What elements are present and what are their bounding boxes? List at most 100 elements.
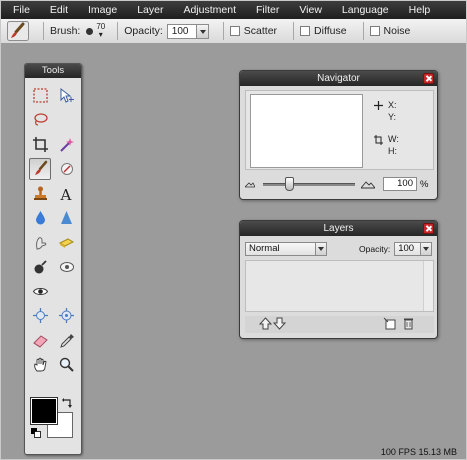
brush-tool[interactable] bbox=[29, 157, 51, 180]
move-tool[interactable] bbox=[55, 84, 77, 106]
layers-close-button[interactable] bbox=[423, 223, 434, 234]
navigator-zoom-controls: 100 % bbox=[245, 176, 434, 192]
layers-title[interactable]: Layers bbox=[240, 221, 437, 236]
reset-colors-icon[interactable] bbox=[31, 428, 41, 438]
fps-readout: 100 FPS bbox=[380, 447, 416, 457]
menu-image[interactable]: Image bbox=[78, 4, 127, 16]
bloat-tool[interactable] bbox=[55, 305, 77, 327]
lasso-tool[interactable] bbox=[29, 109, 51, 131]
nav-h-label: H: bbox=[388, 146, 397, 156]
stamp-tool[interactable] bbox=[29, 182, 51, 204]
spot-heal-tool[interactable] bbox=[29, 305, 51, 327]
smudge-tool[interactable] bbox=[29, 231, 51, 253]
menu-view[interactable]: View bbox=[289, 4, 332, 16]
menu-adjustment[interactable]: Adjustment bbox=[173, 4, 246, 16]
eraser-icon bbox=[60, 163, 73, 175]
zoom-slider-thumb[interactable] bbox=[285, 176, 294, 191]
stamp-icon bbox=[33, 186, 47, 200]
move-layer-up-icon[interactable] bbox=[259, 317, 272, 330]
navigator-close-button[interactable] bbox=[423, 73, 434, 84]
menu-language[interactable]: Language bbox=[332, 4, 399, 16]
marquee-select-tool[interactable] bbox=[29, 84, 51, 106]
scatter-checkbox[interactable] bbox=[229, 26, 240, 36]
sponge-tool[interactable] bbox=[55, 231, 77, 253]
nav-y-label: Y: bbox=[388, 112, 397, 122]
menu-help[interactable]: Help bbox=[399, 4, 441, 16]
menu-bar: File Edit Image Layer Adjustment Filter … bbox=[1, 1, 466, 19]
brush-icon bbox=[34, 160, 47, 175]
color-picker-tool[interactable] bbox=[55, 329, 77, 351]
blur-tool[interactable] bbox=[29, 207, 51, 229]
diffuse-label: Diffuse bbox=[314, 25, 347, 37]
dodge-tool[interactable] bbox=[55, 256, 77, 278]
hand-tool[interactable] bbox=[29, 354, 51, 376]
tools-panel-title[interactable]: Tools bbox=[25, 64, 81, 78]
zoom-slider[interactable] bbox=[263, 176, 355, 191]
sharpen-tool[interactable] bbox=[55, 207, 77, 229]
hand-icon bbox=[33, 357, 46, 372]
layers-options: Normal Opacity: 100 bbox=[245, 240, 434, 257]
sponge-icon bbox=[58, 237, 74, 248]
nav-h-row: H: bbox=[374, 145, 434, 157]
opacity-value: 100 bbox=[171, 25, 189, 37]
noise-checkbox[interactable] bbox=[369, 26, 380, 36]
blend-mode-select[interactable]: Normal bbox=[245, 241, 327, 256]
chevron-down-icon: ▾ bbox=[98, 30, 103, 39]
opacity-field[interactable]: 100 bbox=[166, 23, 209, 39]
layers-list[interactable] bbox=[245, 260, 434, 312]
brush-preview-icon[interactable] bbox=[86, 27, 94, 35]
nav-y-row: Y: bbox=[374, 111, 434, 123]
color-swatches bbox=[30, 397, 77, 446]
svg-text:A: A bbox=[59, 186, 71, 202]
rubber-eraser-tool[interactable] bbox=[29, 329, 51, 351]
spot-heal-icon bbox=[32, 308, 48, 323]
red-eye-tool[interactable] bbox=[29, 280, 51, 302]
type-tool[interactable]: A bbox=[55, 182, 77, 204]
scatter-label: Scatter bbox=[243, 25, 278, 37]
zoom-tool[interactable] bbox=[55, 354, 77, 376]
navigator-body: X: Y: W: H: bbox=[245, 90, 434, 170]
scatter-option[interactable]: Scatter bbox=[229, 25, 278, 37]
layers-scrollbar[interactable] bbox=[423, 261, 433, 311]
burn-icon bbox=[34, 260, 47, 274]
burn-tool[interactable] bbox=[29, 256, 51, 278]
menu-edit[interactable]: Edit bbox=[40, 4, 78, 16]
zoom-in-mountain-icon[interactable] bbox=[361, 179, 375, 189]
eraser-tool[interactable] bbox=[55, 158, 77, 180]
nav-w-label: W: bbox=[388, 134, 399, 144]
crop-tool[interactable] bbox=[29, 133, 51, 155]
menu-file[interactable]: File bbox=[1, 4, 40, 16]
zoom-out-mountain-icon[interactable] bbox=[245, 180, 255, 188]
noise-option[interactable]: Noise bbox=[369, 25, 410, 37]
menu-filter[interactable]: Filter bbox=[246, 4, 289, 16]
blend-mode-value: Normal bbox=[249, 243, 280, 254]
navigator-preview[interactable] bbox=[250, 94, 363, 168]
tools-grid: A bbox=[25, 78, 81, 378]
menu-layer[interactable]: Layer bbox=[127, 4, 173, 16]
nav-x-row: X: bbox=[374, 99, 434, 111]
navigator-title[interactable]: Navigator bbox=[240, 71, 437, 86]
crosshair-icon bbox=[374, 101, 383, 110]
opacity-dropdown-arrow-icon[interactable] bbox=[195, 24, 208, 38]
move-layer-down-icon[interactable] bbox=[273, 317, 286, 330]
foreground-color-swatch[interactable] bbox=[30, 397, 58, 425]
magic-wand-tool[interactable] bbox=[55, 133, 77, 155]
empty-tool-slot bbox=[55, 109, 77, 131]
red-eye-icon bbox=[32, 287, 48, 295]
dodge-icon bbox=[59, 262, 74, 272]
diffuse-option[interactable]: Diffuse bbox=[300, 25, 347, 37]
separator bbox=[362, 22, 364, 40]
separator bbox=[293, 22, 295, 40]
diffuse-checkbox[interactable] bbox=[300, 26, 311, 36]
chevron-down-icon bbox=[420, 242, 432, 255]
memory-readout: 15.13 MB bbox=[418, 447, 457, 457]
layer-opacity-select[interactable]: 100 bbox=[394, 241, 433, 256]
delete-layer-icon[interactable] bbox=[402, 317, 415, 330]
zoom-percent-input[interactable]: 100 bbox=[383, 177, 417, 191]
swap-colors-icon[interactable] bbox=[61, 398, 73, 410]
brush-size-picker[interactable]: 70 ▾ bbox=[96, 23, 105, 39]
new-layer-icon[interactable] bbox=[383, 317, 396, 330]
chevron-down-icon bbox=[315, 242, 326, 255]
zoom-percent-unit: % bbox=[420, 178, 429, 190]
